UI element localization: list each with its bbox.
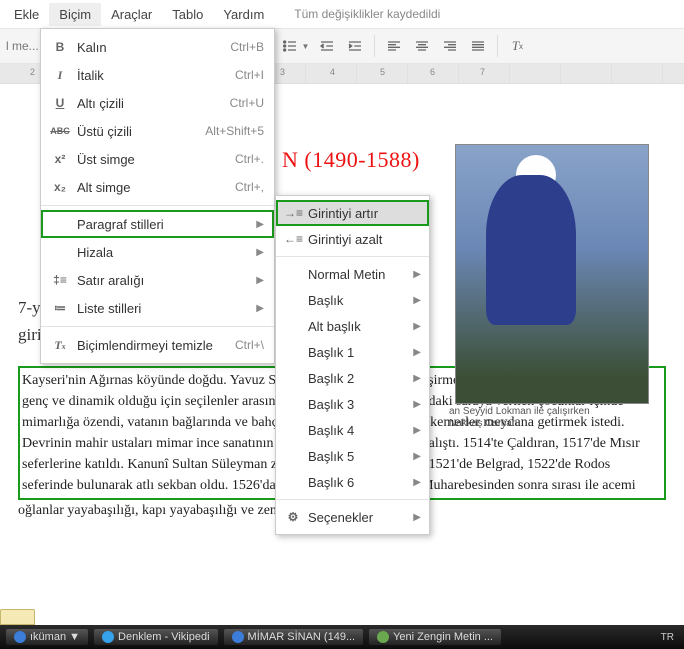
submenu-heading3[interactable]: Başlık 3▶ [276,391,429,417]
language-indicator[interactable]: TR [661,632,678,643]
task-item[interactable]: MİMAR SİNAN (149... [224,629,364,645]
chevron-right-icon: ▶ [256,303,264,314]
submenu-heading5[interactable]: Başlık 5▶ [276,443,429,469]
app-icon [232,631,244,643]
menu-strikethrough[interactable]: ABC Üstü çizili Alt+Shift+5 [41,117,274,145]
paragraph-styles-submenu: →≡ Girintiyi artır ←≡ Girintiyi azalt No… [275,195,430,535]
list-icon: ≔ [49,301,71,315]
menu-list-styles[interactable]: ≔ Liste stilleri ▶ [41,294,274,322]
align-right-btn[interactable] [437,33,463,59]
corner-tab [0,609,35,625]
chevron-right-icon: ▶ [413,373,421,384]
task-item[interactable]: ıküman ▼ [6,629,88,645]
menu-align[interactable]: Hizala ▶ [41,238,274,266]
menu-line-spacing[interactable]: ‡≡ Satır aralığı ▶ [41,266,274,294]
chevron-right-icon: ▶ [413,295,421,306]
indent-increase-icon[interactable] [342,33,368,59]
superscript-icon: x² [49,152,71,166]
submenu-separator [276,499,429,500]
submenu-heading1[interactable]: Başlık 1▶ [276,339,429,365]
bulleted-caret[interactable]: ▼ [302,42,310,51]
clear-format-icon: Tx [49,338,71,353]
submenu-separator [276,256,429,257]
app-icon [377,631,389,643]
taskbar: ıküman ▼ Denklem - Vikipedi MİMAR SİNAN … [0,625,684,649]
align-center-btn[interactable] [409,33,435,59]
italic-icon: I [49,68,71,83]
align-justify-btn[interactable] [465,33,491,59]
toolbar-left-label: l me... [6,39,39,53]
line-spacing-icon: ‡≡ [49,273,71,287]
chevron-right-icon: ▶ [413,512,421,523]
document-title: N (1490-1588) [282,144,420,176]
menu-clear-formatting[interactable]: Tx Biçimlendirmeyi temizle Ctrl+\ [41,331,274,359]
chevron-right-icon: ▶ [413,451,421,462]
submenu-normal-text[interactable]: Normal Metin▶ [276,261,429,287]
chevron-right-icon: ▶ [256,275,264,286]
indent-increase-icon: →≡ [284,206,302,220]
menu-separator [41,205,274,206]
menu-araclar[interactable]: Araçlar [101,3,162,26]
submenu-subtitle[interactable]: Alt başlık▶ [276,313,429,339]
menu-separator [41,326,274,327]
subscript-icon: x₂ [49,180,71,194]
indent-decrease-icon: ←≡ [284,232,302,246]
underline-icon: U [49,96,71,110]
image-caption: an Seyyid Lokman ile çalışırken Nakkaş O… [449,406,649,430]
chevron-right-icon: ▶ [256,247,264,258]
chevron-right-icon: ▶ [256,219,264,230]
indent-decrease-icon[interactable] [314,33,340,59]
chevron-right-icon: ▶ [413,399,421,410]
bulleted-list-icon[interactable] [277,33,303,59]
chevron-right-icon: ▶ [413,477,421,488]
app-icon [102,631,114,643]
chevron-right-icon: ▶ [413,321,421,332]
chevron-right-icon: ▶ [413,425,421,436]
submenu-title[interactable]: Başlık▶ [276,287,429,313]
save-status: Tüm değişiklikler kaydedildi [294,7,440,21]
submenu-heading6[interactable]: Başlık 6▶ [276,469,429,495]
menu-tablo[interactable]: Tablo [162,3,213,26]
chevron-right-icon: ▶ [413,347,421,358]
submenu-increase-indent[interactable]: →≡ Girintiyi artır [276,200,429,226]
app-icon [14,631,26,643]
menu-bicim[interactable]: Biçim [49,3,101,26]
align-left-btn[interactable] [381,33,407,59]
bold-icon: B [49,40,71,54]
menu-ekle[interactable]: Ekle [4,3,49,26]
format-dropdown: B Kalın Ctrl+B I İtalik Ctrl+I U Altı çi… [40,28,275,364]
task-item[interactable]: Yeni Zengin Metin ... [369,629,501,645]
menubar: Ekle Biçim Araçlar Tablo Yardım Tüm deği… [0,0,684,28]
menu-italic[interactable]: I İtalik Ctrl+I [41,61,274,89]
menu-paragraph-styles[interactable]: Paragraf stilleri ▶ [41,210,274,238]
gear-icon: ⚙ [284,510,302,524]
chevron-right-icon: ▶ [413,269,421,280]
menu-superscript[interactable]: x² Üst simge Ctrl+. [41,145,274,173]
menu-bold[interactable]: B Kalın Ctrl+B [41,33,274,61]
clear-formatting-icon[interactable]: Tx [504,33,530,59]
menu-underline[interactable]: U Altı çizili Ctrl+U [41,89,274,117]
strike-icon: ABC [49,126,71,136]
submenu-heading4[interactable]: Başlık 4▶ [276,417,429,443]
task-item[interactable]: Denklem - Vikipedi [94,629,218,645]
submenu-decrease-indent[interactable]: ←≡ Girintiyi azalt [276,226,429,252]
submenu-options[interactable]: ⚙Seçenekler▶ [276,504,429,530]
submenu-heading2[interactable]: Başlık 2▶ [276,365,429,391]
illustration-image [455,144,649,404]
menu-yardim[interactable]: Yardım [213,3,274,26]
menu-subscript[interactable]: x₂ Alt simge Ctrl+, [41,173,274,201]
